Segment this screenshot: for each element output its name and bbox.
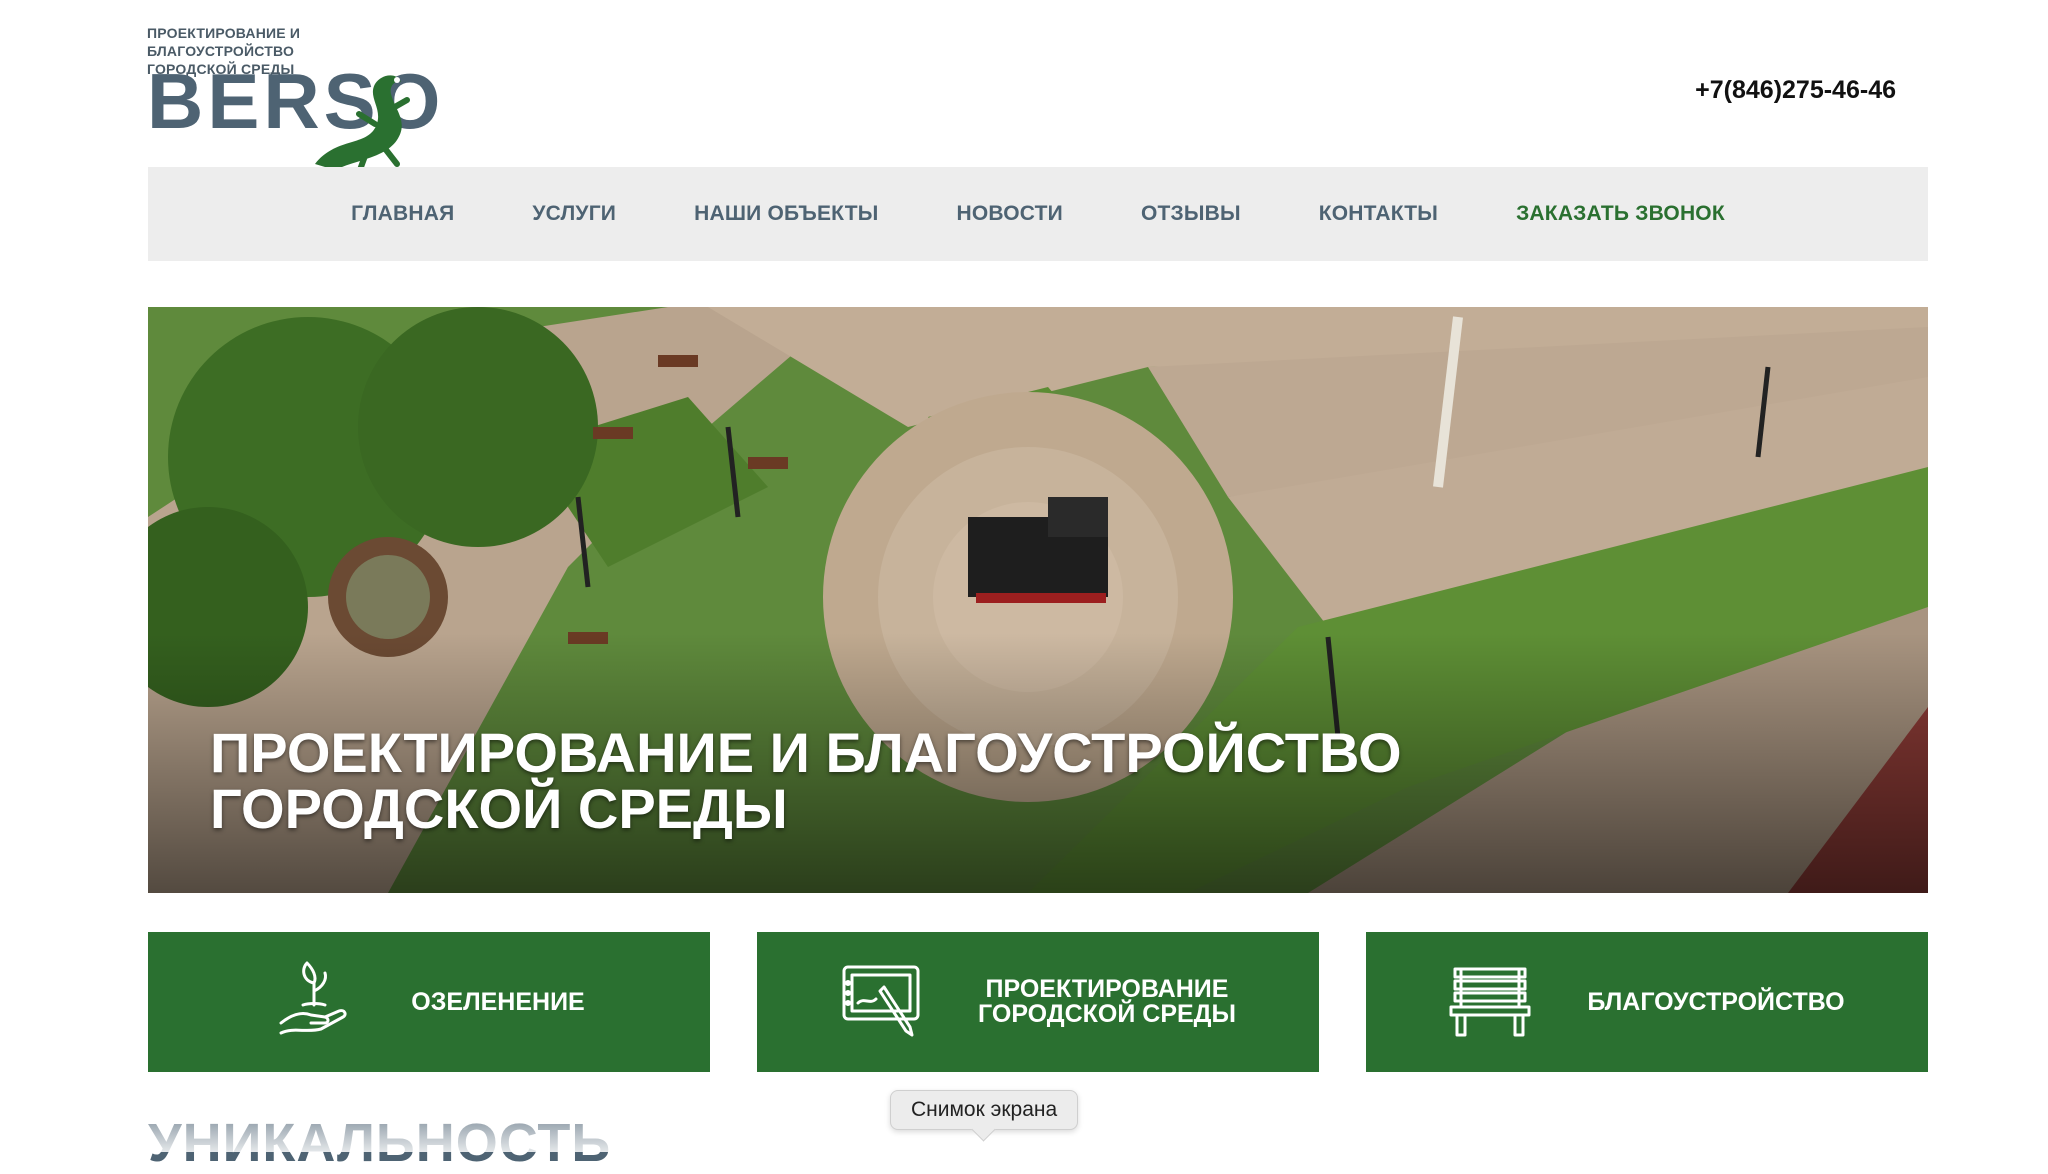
plant-hand-icon bbox=[273, 961, 355, 1043]
main-navigation: Главная Услуги Наши объекты Новости Отзы… bbox=[148, 167, 1928, 261]
card-greening[interactable]: Озеленение bbox=[148, 932, 710, 1072]
card-greening-label: Озеленение bbox=[411, 987, 585, 1016]
nav-request-call[interactable]: Заказать звонок bbox=[1516, 202, 1725, 226]
hero-title: Проектирование и благоустройство городск… bbox=[210, 725, 1402, 837]
hero-title-line-1: Проектирование и благоустройство bbox=[210, 721, 1402, 784]
card-urban-design[interactable]: Проектирование городской среды bbox=[757, 932, 1319, 1072]
hero-title-line-2: городской среды bbox=[210, 777, 788, 840]
section-title-uniqueness: Уникальность bbox=[148, 1113, 612, 1173]
logo-tagline-1: Проектирование и благоустройство bbox=[147, 25, 301, 59]
nav-contacts[interactable]: Контакты bbox=[1319, 202, 1438, 226]
phone-number[interactable]: +7(846)275-46-46 bbox=[1695, 76, 1896, 105]
card-landscaping[interactable]: Благоустройство bbox=[1366, 932, 1928, 1072]
design-tablet-icon bbox=[840, 961, 922, 1043]
site-logo[interactable]: Проектирование и благоустройство городск… bbox=[147, 24, 447, 181]
bench-icon bbox=[1449, 961, 1531, 1043]
nav-news[interactable]: Новости bbox=[956, 202, 1062, 226]
card-landscaping-label: Благоустройство bbox=[1587, 987, 1845, 1016]
nav-our-objects[interactable]: Наши объекты bbox=[694, 202, 878, 226]
nav-services[interactable]: Услуги bbox=[532, 202, 616, 226]
nav-home[interactable]: Главная bbox=[351, 202, 454, 226]
service-cards: Озеленение Проектирование городской сред… bbox=[148, 932, 1928, 1072]
card-urban-design-label: Проектирование городской среды bbox=[978, 975, 1236, 1028]
screenshot-tooltip: Снимок экрана bbox=[890, 1090, 1079, 1130]
nav-reviews[interactable]: Отзывы bbox=[1141, 202, 1241, 226]
hero-banner: Проектирование и благоустройство городск… bbox=[148, 307, 1928, 893]
